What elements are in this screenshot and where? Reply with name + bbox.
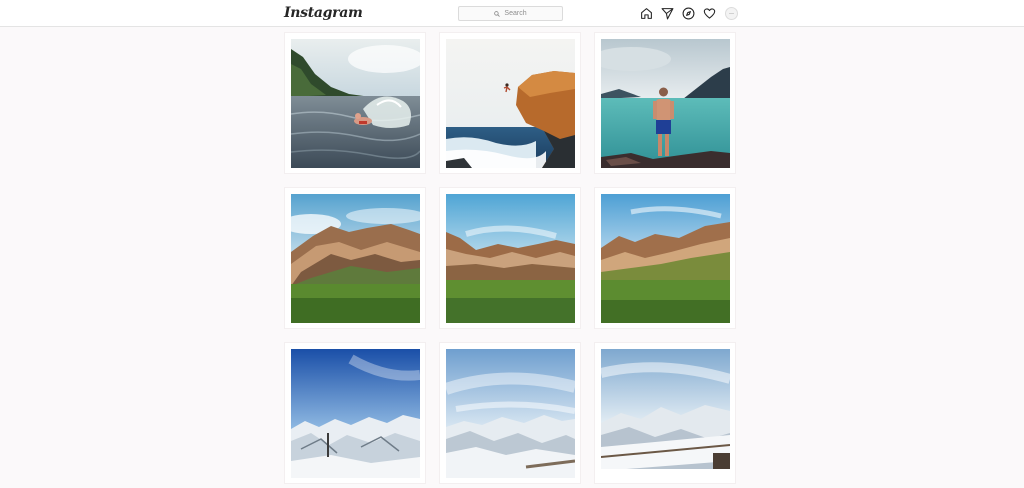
post-thumbnail[interactable] xyxy=(594,187,736,329)
post-image xyxy=(446,194,575,323)
post-thumbnail[interactable] xyxy=(284,187,426,329)
post-image xyxy=(601,349,730,478)
direct-send-icon[interactable] xyxy=(661,7,674,20)
search-icon xyxy=(494,10,501,17)
explore-compass-icon[interactable] xyxy=(682,7,695,20)
post-image xyxy=(446,39,575,168)
post-image xyxy=(291,39,420,168)
profile-avatar[interactable] xyxy=(725,7,738,20)
post-image xyxy=(601,194,730,323)
activity-heart-icon[interactable] xyxy=(703,7,716,20)
post-image xyxy=(291,194,420,323)
post-image xyxy=(291,349,420,478)
post-image xyxy=(446,349,575,478)
post-thumbnail[interactable] xyxy=(284,342,426,484)
post-thumbnail[interactable] xyxy=(594,342,736,484)
post-thumbnail[interactable] xyxy=(439,342,581,484)
post-thumbnail[interactable] xyxy=(439,187,581,329)
post-thumbnail[interactable] xyxy=(439,32,581,174)
instagram-logo[interactable]: Instagram xyxy=(284,5,363,21)
home-icon[interactable] xyxy=(640,7,653,20)
search-input[interactable]: Search xyxy=(458,6,563,21)
search-placeholder: Search xyxy=(504,10,527,17)
post-thumbnail[interactable] xyxy=(284,32,426,174)
post-thumbnail[interactable] xyxy=(594,32,736,174)
top-navigation-bar: Instagram Search xyxy=(0,0,1024,27)
post-image xyxy=(601,39,730,168)
